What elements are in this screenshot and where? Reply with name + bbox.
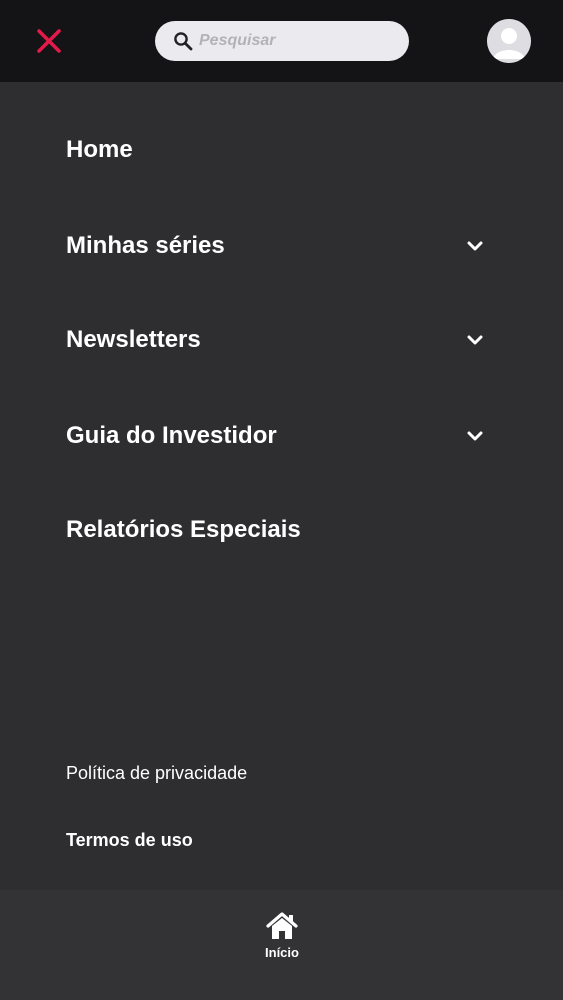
menu-item-relatorios-especiais[interactable]: Relatórios Especiais [66,505,496,555]
user-avatar-button[interactable] [487,19,531,63]
chevron-down-icon [467,335,483,345]
menu-item-guia-do-investidor[interactable]: Guia do Investidor [66,411,496,461]
user-avatar-icon [487,19,531,63]
menu-item-newsletters[interactable]: Newsletters [66,315,496,365]
menu-item-label: Guia do Investidor [66,422,277,449]
menu-item-minhas-series[interactable]: Minhas séries [66,221,496,271]
menu-item-label: Home [66,136,133,163]
menu-item-label: Minhas séries [66,232,225,259]
close-icon [37,29,61,53]
terms-of-use-link[interactable]: Termos de uso [66,830,193,851]
privacy-policy-link[interactable]: Política de privacidade [66,763,247,784]
tab-home[interactable]: Início [250,912,314,972]
tab-home-label: Início [265,945,299,960]
close-menu-button[interactable] [34,26,64,56]
search-icon [174,32,193,51]
search-bar[interactable] [155,21,409,61]
chevron-down-icon [467,241,483,251]
top-bar [0,0,563,82]
menu-item-home[interactable]: Home [66,125,496,175]
home-icon [266,912,298,939]
search-input[interactable] [199,32,389,50]
bottom-navigation: Início [0,890,563,1000]
chevron-down-icon [467,431,483,441]
menu-item-label: Newsletters [66,326,201,353]
menu-item-label: Relatórios Especiais [66,516,301,543]
